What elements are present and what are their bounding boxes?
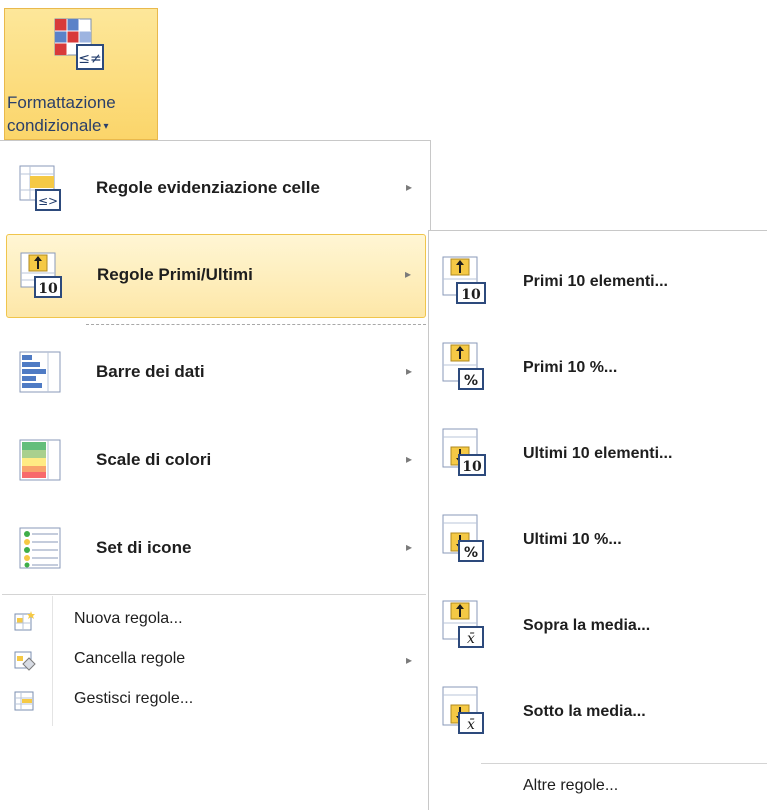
- submenu-item-label: Sopra la media...: [523, 617, 651, 634]
- manage-rules-icon: [14, 691, 34, 711]
- above-average-icon: x̄: [442, 600, 484, 648]
- submenu-item-below-average[interactable]: x̄ Sotto la media...: [429, 667, 767, 753]
- submenu-item-bottom-10-percent[interactable]: % Ultimi 10 %...: [429, 495, 767, 581]
- menu-item-label: Regole Primi/Ultimi: [97, 265, 253, 284]
- submenu-item-label: Ultimi 10 elementi...: [523, 445, 673, 462]
- ribbon-label-line1: Formattazione: [7, 93, 116, 112]
- highlight-cells-rules-icon: ≤>: [19, 165, 61, 211]
- svg-text:%: %: [464, 545, 478, 561]
- submenu-item-label: Sotto la media...: [523, 703, 646, 720]
- menu-item-manage-rules[interactable]: Gestisci regole...: [6, 684, 426, 720]
- submenu-item-bottom-10-items[interactable]: 10 Ultimi 10 elementi...: [429, 409, 767, 495]
- menu-item-label: Gestisci regole...: [74, 690, 194, 707]
- chevron-right-icon: ▸: [405, 540, 412, 554]
- submenu-item-more-rules[interactable]: Altre regole...: [429, 767, 767, 803]
- menu-item-label: Nuova regola...: [74, 610, 183, 627]
- menu-item-clear-rules[interactable]: Cancella regole ▸: [6, 644, 426, 680]
- menu-top-border: [0, 140, 430, 141]
- ribbon-label-line2: condizionale: [7, 116, 102, 135]
- menu-separator: [86, 324, 426, 325]
- submenu-item-above-average[interactable]: x̄ Sopra la media...: [429, 581, 767, 667]
- bottom-10-percent-icon: %: [442, 514, 484, 562]
- menu-item-data-bars[interactable]: Barre dei dati ▸: [6, 332, 426, 416]
- menu-item-color-scales[interactable]: Scale di colori ▸: [6, 420, 426, 504]
- conditional-formatting-button[interactable]: ≤≠ Formattazione condizionale ▾: [4, 8, 158, 140]
- submenu-item-label: Primi 10 elementi...: [523, 273, 668, 290]
- menu-item-icon-sets[interactable]: Set di icone ▸: [6, 508, 426, 592]
- svg-text:10: 10: [461, 287, 481, 303]
- chevron-down-icon: ▾: [103, 121, 109, 133]
- top-10-percent-icon: %: [442, 342, 484, 390]
- bottom-10-items-icon: 10: [442, 428, 486, 476]
- svg-text:x̄: x̄: [467, 717, 475, 733]
- chevron-right-icon: ▸: [405, 452, 412, 466]
- conditional-formatting-menu: ≤> Regole evidenziazione celle ▸ 10 Rego…: [0, 140, 431, 750]
- submenu-item-label: Altre regole...: [523, 777, 619, 794]
- submenu-item-label: Ultimi 10 %...: [523, 531, 622, 548]
- chevron-right-icon: ▸: [405, 364, 412, 378]
- color-scales-icon: [19, 439, 61, 481]
- menu-item-label: Regole evidenziazione celle: [96, 178, 320, 197]
- submenu-item-top-10-percent[interactable]: % Primi 10 %...: [429, 323, 767, 409]
- menu-item-label: Set di icone: [96, 538, 192, 557]
- menu-item-new-rule[interactable]: Nuova regola...: [6, 604, 426, 640]
- conditional-formatting-icon: ≤≠: [54, 18, 104, 70]
- new-rule-icon: [14, 611, 35, 631]
- top-bottom-rules-icon: 10: [20, 252, 62, 298]
- submenu-item-label: Primi 10 %...: [523, 359, 618, 376]
- icon-sets-icon: [19, 527, 61, 569]
- svg-text:x̄: x̄: [467, 631, 475, 647]
- chevron-right-icon: ▸: [404, 267, 411, 281]
- svg-text:%: %: [464, 373, 478, 389]
- menu-item-label: Scale di colori: [96, 450, 212, 469]
- submenu-separator: [481, 763, 767, 764]
- menu-item-label: Barre dei dati: [96, 362, 205, 381]
- svg-text:10: 10: [462, 459, 482, 475]
- clear-rules-icon: [14, 651, 36, 671]
- svg-text:≤>: ≤>: [38, 194, 58, 208]
- chevron-right-icon: ▸: [405, 653, 412, 667]
- svg-text:≤≠: ≤≠: [78, 51, 101, 67]
- data-bars-icon: [19, 351, 61, 393]
- menu-item-label: Cancella regole: [74, 650, 186, 667]
- top-bottom-rules-submenu: 10 Primi 10 elementi... % Primi 10 %... …: [428, 230, 767, 810]
- menu-separator: [2, 594, 426, 595]
- ribbon-button-label: Formattazione condizionale ▾: [5, 91, 161, 138]
- chevron-right-icon: ▸: [405, 180, 412, 194]
- svg-text:10: 10: [38, 281, 58, 297]
- below-average-icon: x̄: [442, 686, 484, 734]
- submenu-item-top-10-items[interactable]: 10 Primi 10 elementi...: [429, 237, 767, 323]
- menu-item-highlight-cells-rules[interactable]: ≤> Regole evidenziazione celle ▸: [6, 148, 426, 232]
- menu-item-top-bottom-rules[interactable]: 10 Regole Primi/Ultimi ▸: [6, 234, 426, 318]
- top-10-items-icon: 10: [442, 256, 486, 304]
